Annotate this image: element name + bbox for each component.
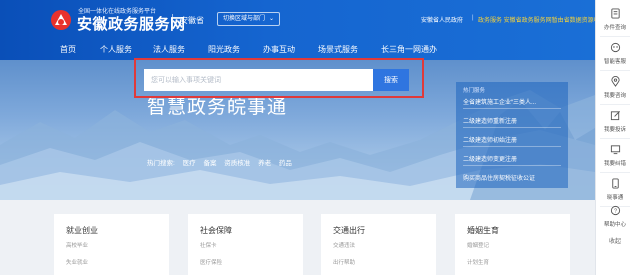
sidebar-label: 办件查询 [603,25,626,31]
nav-item-open-government[interactable]: 阳光政务 [208,44,240,55]
sidebar-label: 我要投诉 [603,127,626,133]
hot-search-label: 热门搜索: [147,160,175,167]
gov-link[interactable]: 安徽省人民政府 [421,15,463,24]
sidebar-item-consult[interactable]: 我要咨询 [596,71,634,104]
category-card-marriage[interactable]: 婚姻生育 婚姻登记 计划生育 [455,214,570,275]
hot-service-item[interactable]: 购买商品住房契税征收公证 [463,173,563,182]
main-nav: 首页 个人服务 法人服务 阳光政务 办事互动 场景式服务 长三角一网通办 [0,40,595,60]
nav-item-interaction[interactable]: 办事互动 [263,44,295,55]
phone-icon [612,178,619,189]
hot-search-term[interactable]: 养老 [258,160,271,167]
province-label: 安徽省 [180,16,204,25]
collapse-sidebar-button[interactable]: 收起 [596,236,634,245]
hot-service-item[interactable]: 二级建造师初始注册 [463,135,563,144]
sidebar-item-smart-service[interactable]: 智能客服 [596,37,634,70]
sidebar-label: 我要纠错 [603,161,626,167]
hot-search-term[interactable]: 资质核准 [224,160,250,167]
sidebar-label: 我要咨询 [603,93,626,99]
header-separator: | [472,15,474,21]
brand-divider [172,14,173,28]
anhui-logo-icon[interactable] [48,9,74,31]
hot-search-term[interactable]: 药品 [279,160,292,167]
hot-service-item[interactable]: 二级建造师重新注册 [463,116,563,125]
card-link[interactable]: 高校毕业 [66,241,88,249]
category-card-employment[interactable]: 就业创业 高校毕业 失业就业 [54,214,169,275]
hot-services-title: 热门服务 [463,88,486,94]
switch-region-button[interactable]: 切换区域与部门 ⌄ [217,12,281,26]
switch-region-label: 切换区域与部门 [223,16,266,22]
right-sidebar: 办件查询 智能客服 我要咨询 我要投诉 我要纠错 晓事通 ? 帮助中心 收起 [595,0,634,275]
page: 全国一体化在线政务服务平台 安徽政务服务网 安徽省 切换区域与部门 ⌄ 安徽省人民… [0,0,634,275]
hot-search-row: 热门搜索: 医疗 备案 资质核准 养老 药品 [147,157,298,167]
nav-item-corporate[interactable]: 法人服务 [153,44,185,55]
document-search-icon [611,8,620,19]
hot-service-item[interactable]: 全省建筑施工企业“三类人... [463,97,563,106]
card-link[interactable]: 计划生育 [467,258,489,266]
divider [463,127,561,128]
nav-item-scenario[interactable]: 场景式服务 [318,44,358,55]
card-title: 婚姻生育 [467,226,499,235]
sidebar-item-progress-query[interactable]: 办件查询 [596,3,634,36]
chevron-down-icon: ⌄ [269,16,275,22]
card-link[interactable]: 失业就业 [66,258,88,266]
header-notice[interactable]: 政务服务 安徽省政务服务网暂由省数据资源中心 [478,15,606,24]
card-title: 交通出行 [333,226,365,235]
sidebar-label: 帮助中心 [603,222,626,228]
site-header: 全国一体化在线政务服务平台 安徽政务服务网 安徽省 切换区域与部门 ⌄ 安徽省人民… [0,0,606,60]
edit-icon [610,111,620,121]
category-card-transport[interactable]: 交通出行 交通违法 出行帮助 [321,214,436,275]
location-pin-icon [611,76,620,87]
brand-title[interactable]: 安徽政务服务网 [77,13,186,34]
card-link[interactable]: 出行帮助 [333,258,355,266]
category-cards: 就业创业 高校毕业 失业就业 社会保障 社保卡 医疗保险 交通出行 交通违法 出… [0,200,595,275]
nav-item-personal[interactable]: 个人服务 [100,44,132,55]
divider [463,108,561,109]
sidebar-item-correction[interactable]: 我要纠错 [596,139,634,172]
card-link[interactable]: 交通违法 [333,241,355,249]
svg-text:?: ? [614,209,617,215]
search-input[interactable] [144,69,373,91]
search-button[interactable]: 搜索 [373,69,409,91]
monitor-icon [610,145,621,155]
card-link[interactable]: 医疗保险 [200,258,222,266]
hot-search-term[interactable]: 备案 [203,160,216,167]
divider [463,146,561,147]
sidebar-label: 智能客服 [603,59,626,65]
category-card-social-security[interactable]: 社会保障 社保卡 医疗保险 [188,214,303,275]
card-link[interactable]: 婚姻登记 [467,241,489,249]
hot-search-term[interactable]: 医疗 [183,160,196,167]
card-title: 社会保障 [200,226,232,235]
divider [463,165,561,166]
hot-services-panel: 热门服务 全省建筑施工企业“三类人... 二级建造师重新注册 二级建造师初始注册… [456,82,568,188]
sidebar-item-complaint[interactable]: 我要投诉 [596,105,634,138]
card-link[interactable]: 社保卡 [200,241,217,249]
sidebar-item-help[interactable]: ? 帮助中心 [596,200,634,233]
card-title: 就业创业 [66,226,98,235]
hot-service-item[interactable]: 二级建造师变更注册 [463,154,563,163]
robot-icon [610,42,621,53]
help-circle-icon: ? [610,205,621,216]
nav-item-yangtze-delta[interactable]: 长三角一网通办 [381,44,437,55]
nav-item-home[interactable]: 首页 [60,44,76,55]
